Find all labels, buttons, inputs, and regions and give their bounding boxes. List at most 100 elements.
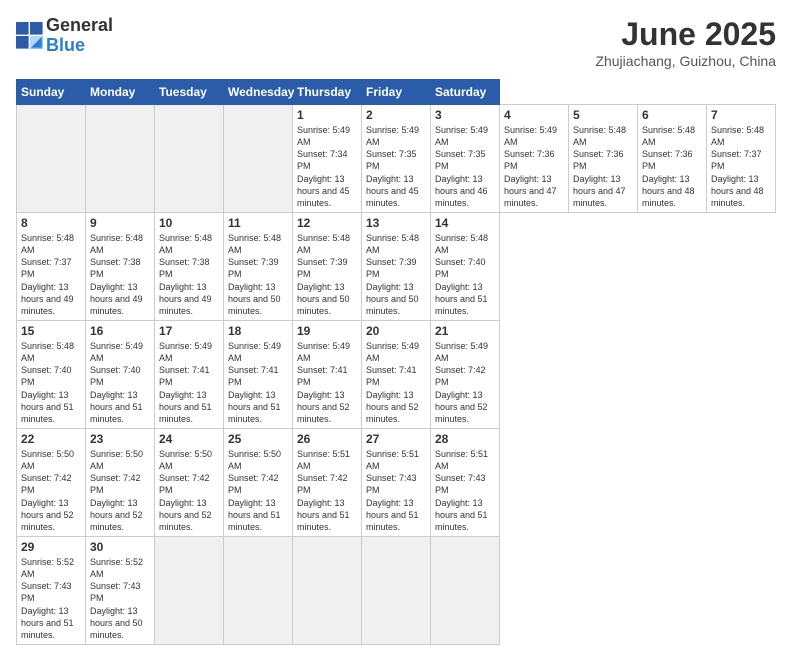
day-info: Sunrise: 5:50 AMSunset: 7:42 PMDaylight:… — [90, 448, 150, 533]
weekday-header: Friday — [362, 80, 431, 105]
day-info: Sunrise: 5:48 AMSunset: 7:39 PMDaylight:… — [366, 232, 426, 317]
calendar-row: 22 Sunrise: 5:50 AMSunset: 7:42 PMDayligh… — [17, 428, 776, 536]
day-number: 20 — [366, 324, 426, 338]
calendar-cell: 19 Sunrise: 5:49 AMSunset: 7:41 PMDayligh… — [293, 320, 362, 428]
day-number: 18 — [228, 324, 288, 338]
calendar-cell: 12 Sunrise: 5:48 AMSunset: 7:39 PMDayligh… — [293, 212, 362, 320]
day-number: 17 — [159, 324, 219, 338]
day-info: Sunrise: 5:48 AMSunset: 7:40 PMDaylight:… — [435, 232, 495, 317]
calendar-cell — [431, 536, 500, 644]
day-number: 13 — [366, 216, 426, 230]
page-container: General Blue June 2025 Zhujiachang, Guiz… — [0, 0, 792, 653]
calendar-cell: 23Sunrise: 5:50 AMSunset: 7:42 PMDayligh… — [86, 428, 155, 536]
day-info: Sunrise: 5:48 AMSunset: 7:38 PMDaylight:… — [159, 232, 219, 317]
day-info: Sunrise: 5:48 AMSunset: 7:39 PMDaylight:… — [297, 232, 357, 317]
day-number: 3 — [435, 108, 495, 122]
location: Zhujiachang, Guizhou, China — [595, 53, 776, 69]
calendar-cell: 4Sunrise: 5:49 AMSunset: 7:36 PMDaylight… — [500, 105, 569, 213]
calendar-cell: 1Sunrise: 5:49 AMSunset: 7:34 PMDaylight… — [293, 105, 362, 213]
day-info: Sunrise: 5:50 AMSunset: 7:42 PMDaylight:… — [21, 448, 81, 533]
logo: General Blue — [16, 16, 113, 56]
calendar-cell: 3 Sunrise: 5:49 AMSunset: 7:35 PMDaylight… — [431, 105, 500, 213]
day-info: Sunrise: 5:51 AMSunset: 7:42 PMDaylight:… — [297, 448, 357, 533]
day-info: Sunrise: 5:49 AMSunset: 7:41 PMDaylight:… — [366, 340, 426, 425]
day-number: 28 — [435, 432, 495, 446]
calendar-cell: 29Sunrise: 5:52 AMSunset: 7:43 PMDayligh… — [17, 536, 86, 644]
logo-icon — [16, 22, 44, 50]
header: General Blue June 2025 Zhujiachang, Guiz… — [16, 16, 776, 69]
calendar-cell — [224, 536, 293, 644]
day-number: 15 — [21, 324, 81, 338]
day-info: Sunrise: 5:48 AMSunset: 7:39 PMDaylight:… — [228, 232, 288, 317]
day-number: 25 — [228, 432, 288, 446]
day-number: 10 — [159, 216, 219, 230]
calendar-cell: 22 Sunrise: 5:50 AMSunset: 7:42 PMDayligh… — [17, 428, 86, 536]
day-number: 9 — [90, 216, 150, 230]
weekday-header: Thursday — [293, 80, 362, 105]
calendar-cell: 18 Sunrise: 5:49 AMSunset: 7:41 PMDayligh… — [224, 320, 293, 428]
header-row: SundayMondayTuesdayWednesdayThursdayFrid… — [17, 80, 776, 105]
day-number: 21 — [435, 324, 495, 338]
empty-cell — [224, 105, 293, 213]
empty-cell — [86, 105, 155, 213]
day-number: 12 — [297, 216, 357, 230]
calendar-row: 29Sunrise: 5:52 AMSunset: 7:43 PMDayligh… — [17, 536, 776, 644]
day-info: Sunrise: 5:49 AMSunset: 7:40 PMDaylight:… — [90, 340, 150, 425]
day-number: 6 — [642, 108, 702, 122]
day-info: Sunrise: 5:49 AMSunset: 7:35 PMDaylight:… — [366, 124, 426, 209]
day-info: Sunrise: 5:50 AMSunset: 7:42 PMDaylight:… — [228, 448, 288, 533]
day-number: 7 — [711, 108, 771, 122]
calendar-row: 8 Sunrise: 5:48 AMSunset: 7:37 PMDaylight… — [17, 212, 776, 320]
day-number: 19 — [297, 324, 357, 338]
day-number: 24 — [159, 432, 219, 446]
calendar-cell — [362, 536, 431, 644]
calendar-cell: 9 Sunrise: 5:48 AMSunset: 7:38 PMDaylight… — [86, 212, 155, 320]
day-number: 26 — [297, 432, 357, 446]
day-info: Sunrise: 5:48 AMSunset: 7:36 PMDaylight:… — [642, 124, 702, 209]
calendar-cell: 10 Sunrise: 5:48 AMSunset: 7:38 PMDayligh… — [155, 212, 224, 320]
calendar-cell: 16Sunrise: 5:49 AMSunset: 7:40 PMDayligh… — [86, 320, 155, 428]
calendar-cell: 25 Sunrise: 5:50 AMSunset: 7:42 PMDayligh… — [224, 428, 293, 536]
day-number: 30 — [90, 540, 150, 554]
calendar-cell: 24Sunrise: 5:50 AMSunset: 7:42 PMDayligh… — [155, 428, 224, 536]
day-info: Sunrise: 5:49 AMSunset: 7:35 PMDaylight:… — [435, 124, 495, 209]
month-title: June 2025 — [595, 16, 776, 53]
day-number: 5 — [573, 108, 633, 122]
calendar-cell: 30Sunrise: 5:52 AMSunset: 7:43 PMDayligh… — [86, 536, 155, 644]
weekday-header: Wednesday — [224, 80, 293, 105]
calendar-row: 15 Sunrise: 5:48 AMSunset: 7:40 PMDayligh… — [17, 320, 776, 428]
day-info: Sunrise: 5:51 AMSunset: 7:43 PMDaylight:… — [435, 448, 495, 533]
weekday-header: Sunday — [17, 80, 86, 105]
day-info: Sunrise: 5:49 AMSunset: 7:41 PMDaylight:… — [159, 340, 219, 425]
calendar-cell: 7Sunrise: 5:48 AMSunset: 7:37 PMDaylight… — [707, 105, 776, 213]
day-info: Sunrise: 5:52 AMSunset: 7:43 PMDaylight:… — [21, 556, 81, 641]
calendar-cell: 17 Sunrise: 5:49 AMSunset: 7:41 PMDayligh… — [155, 320, 224, 428]
calendar-cell: 21Sunrise: 5:49 AMSunset: 7:42 PMDayligh… — [431, 320, 500, 428]
calendar-cell: 14Sunrise: 5:48 AMSunset: 7:40 PMDayligh… — [431, 212, 500, 320]
day-number: 1 — [297, 108, 357, 122]
title-block: June 2025 Zhujiachang, Guizhou, China — [595, 16, 776, 69]
day-info: Sunrise: 5:49 AMSunset: 7:41 PMDaylight:… — [297, 340, 357, 425]
day-info: Sunrise: 5:49 AMSunset: 7:41 PMDaylight:… — [228, 340, 288, 425]
day-info: Sunrise: 5:48 AMSunset: 7:38 PMDaylight:… — [90, 232, 150, 317]
logo-text: General Blue — [46, 16, 113, 56]
calendar-cell: 27 Sunrise: 5:51 AMSunset: 7:43 PMDayligh… — [362, 428, 431, 536]
day-number: 27 — [366, 432, 426, 446]
calendar-cell — [293, 536, 362, 644]
calendar-cell — [155, 536, 224, 644]
day-number: 22 — [21, 432, 81, 446]
logo-general: General — [46, 16, 113, 36]
logo-blue: Blue — [46, 36, 113, 56]
calendar-cell: 28 Sunrise: 5:51 AMSunset: 7:43 PMDayligh… — [431, 428, 500, 536]
day-info: Sunrise: 5:51 AMSunset: 7:43 PMDaylight:… — [366, 448, 426, 533]
day-number: 8 — [21, 216, 81, 230]
calendar-cell: 26 Sunrise: 5:51 AMSunset: 7:42 PMDayligh… — [293, 428, 362, 536]
day-info: Sunrise: 5:48 AMSunset: 7:40 PMDaylight:… — [21, 340, 81, 425]
day-number: 4 — [504, 108, 564, 122]
day-info: Sunrise: 5:48 AMSunset: 7:37 PMDaylight:… — [21, 232, 81, 317]
weekday-header: Monday — [86, 80, 155, 105]
calendar-cell: 5Sunrise: 5:48 AMSunset: 7:36 PMDaylight… — [569, 105, 638, 213]
empty-cell — [17, 105, 86, 213]
calendar-table: SundayMondayTuesdayWednesdayThursdayFrid… — [16, 79, 776, 645]
calendar-row: 1Sunrise: 5:49 AMSunset: 7:34 PMDaylight… — [17, 105, 776, 213]
